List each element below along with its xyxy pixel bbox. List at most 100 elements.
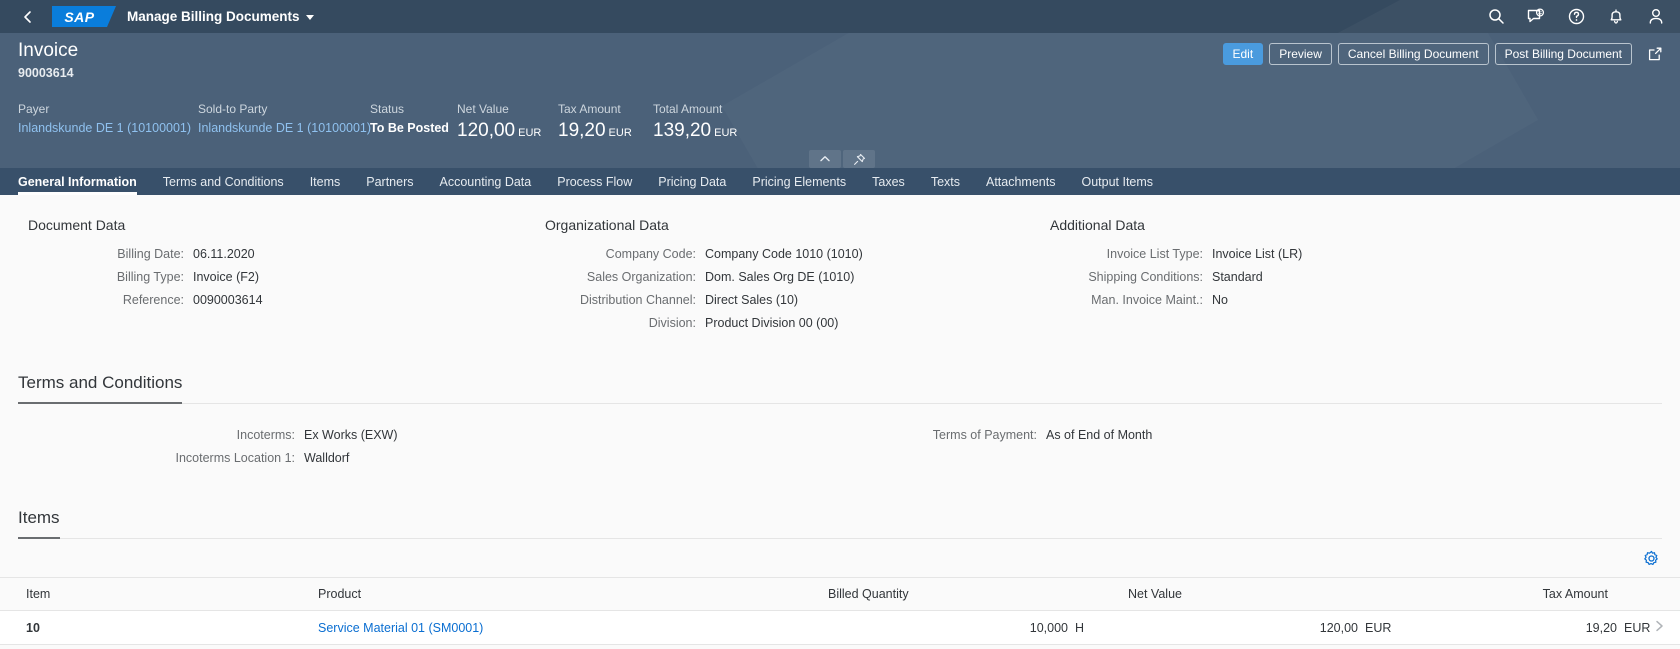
cancel-billing-document-button[interactable]: Cancel Billing Document (1337, 43, 1489, 65)
column-header-net-value[interactable]: Net Value (1120, 577, 1410, 611)
edit-button[interactable]: Edit (1222, 43, 1264, 65)
page-subtitle: 90003614 (18, 66, 74, 80)
tab-items[interactable]: Items (297, 168, 354, 195)
tab-label: Texts (930, 174, 960, 189)
field-value: Company Code 1010 (1010) (705, 247, 863, 261)
search-icon[interactable] (1486, 7, 1506, 27)
terms-and-conditions-body: Incoterms: Ex Works (EXW) Incoterms Loca… (18, 404, 1662, 472)
tab-terms-and-conditions[interactable]: Terms and Conditions (150, 168, 297, 195)
collapse-header-icon[interactable] (809, 150, 841, 168)
field-value: Standard (1212, 270, 1263, 284)
column-header-tax-amount[interactable]: Tax Amount (1410, 577, 1680, 611)
field-reference: Reference: 0090003614 (28, 291, 545, 310)
total-amount-currency: EUR (714, 127, 738, 139)
field-value: As of End of Month (1046, 428, 1153, 442)
header-toggle-group (18, 150, 1666, 168)
cell-tax-amount: 19,20 EUR (1410, 610, 1680, 645)
field-value: Product Division 00 (00) (705, 316, 839, 330)
total-amount-value: 139,20 EUR (653, 120, 737, 144)
cell-item: 10 (0, 610, 310, 645)
back-chevron-icon[interactable] (18, 7, 38, 27)
terms-left-column: Incoterms: Ex Works (EXW) Incoterms Loca… (18, 426, 928, 472)
tab-output-items[interactable]: Output Items (1068, 168, 1166, 195)
cell-billed-quantity: 10,000 H (820, 610, 1120, 645)
facet-total-amount: Total Amount 139,20 EUR (653, 101, 737, 144)
cell-product: Service Material 01 (SM0001) (310, 610, 820, 645)
tab-process-flow[interactable]: Process Flow (544, 168, 645, 195)
object-header-actions: Edit Preview Cancel Billing Document Pos… (1222, 39, 1667, 65)
tab-partners[interactable]: Partners (353, 168, 426, 195)
items-table-toolbar (0, 539, 1680, 577)
column-header-billed-quantity[interactable]: Billed Quantity (820, 577, 1120, 611)
tab-accounting-data[interactable]: Accounting Data (427, 168, 545, 195)
section-heading-wrap: Items (18, 507, 1662, 539)
field-label: Man. Invoice Maint.: (1091, 293, 1203, 307)
payer-link[interactable]: Inlandskunde DE 1 (10100001) (18, 120, 198, 137)
column-header-item[interactable]: Item (0, 577, 310, 611)
net-value-value: 120,00 (1319, 620, 1358, 635)
facet-label: Payer (18, 102, 50, 116)
app-title-label: Manage Billing Documents (127, 9, 300, 24)
facet-status: Status To Be Posted (370, 101, 457, 137)
tax-amount-value: 19,20 (1585, 621, 1617, 635)
general-information-form: Document Data Billing Date: 06.11.2020 B… (0, 195, 1680, 337)
field-label: Sales Organization: (586, 270, 696, 284)
items-table-body: 10 Service Material 01 (SM0001) 10,000 H… (0, 610, 1680, 645)
sold-to-party-link[interactable]: Inlandskunde DE 1 (10100001) (198, 120, 371, 137)
field-man-invoice-maint: Man. Invoice Maint.: No (1050, 291, 1550, 310)
object-header-top: Invoice 90003614 Edit Preview Cancel Bil… (18, 39, 1666, 81)
user-avatar-icon[interactable] (1646, 7, 1666, 27)
group-title: Organizational Data (545, 217, 669, 233)
field-sales-organization: Sales Organization: Dom. Sales Org DE (1… (545, 268, 1050, 287)
facet-label: Total Amount (653, 102, 723, 116)
tax-amount-unit: EUR (1624, 621, 1651, 635)
row-navigation-chevron-icon[interactable] (1655, 620, 1664, 635)
tab-general-information[interactable]: General Information (18, 168, 150, 195)
field-label: Terms of Payment: (932, 428, 1037, 442)
field-company-code: Company Code: Company Code 1010 (1010) (545, 245, 1050, 264)
shell-bar: SAP Manage Billing Documents (0, 0, 1680, 33)
billed-quantity-wrap: 10,000 H (828, 621, 1112, 635)
cell-net-value: 120,00 EUR (1120, 610, 1410, 645)
field-label: Incoterms: (236, 428, 295, 442)
facet-net-value: Net Value 120,00 EUR (457, 101, 558, 144)
help-icon[interactable] (1566, 7, 1586, 27)
tab-texts[interactable]: Texts (918, 168, 973, 195)
product-link[interactable]: Service Material 01 (SM0001) (318, 621, 483, 635)
form-group-additional-data: Additional Data Invoice List Type: Invoi… (1050, 217, 1550, 337)
field-distribution-channel: Distribution Channel: Direct Sales (10) (545, 291, 1050, 310)
tab-taxes[interactable]: Taxes (859, 168, 918, 195)
share-icon[interactable] (1644, 43, 1666, 65)
sap-logo[interactable]: SAP (52, 6, 116, 27)
post-billing-document-button[interactable]: Post Billing Document (1494, 43, 1632, 65)
field-label: Distribution Channel: (579, 293, 696, 307)
net-value-amount: 120,00 EUR (457, 120, 558, 144)
tab-label: Taxes (872, 174, 905, 189)
field-division: Division: Product Division 00 (00) (545, 314, 1050, 333)
pin-header-icon[interactable] (843, 150, 875, 168)
tab-pricing-data[interactable]: Pricing Data (645, 168, 739, 195)
tab-pricing-elements[interactable]: Pricing Elements (739, 168, 859, 195)
tab-label: General Information (18, 174, 137, 189)
form-group-organizational-data: Organizational Data Company Code: Compan… (545, 217, 1050, 337)
terms-right-column: Terms of Payment: As of End of Month (928, 426, 1448, 472)
field-shipping-conditions: Shipping Conditions: Standard (1050, 268, 1550, 287)
facet-sold-to-party: Sold-to Party Inlandskunde DE 1 (1010000… (198, 101, 371, 137)
preview-button[interactable]: Preview (1269, 43, 1332, 65)
field-value: Walldorf (304, 451, 350, 465)
notifications-bell-icon[interactable] (1606, 7, 1626, 27)
field-value: Direct Sales (10) (705, 293, 799, 307)
column-header-product[interactable]: Product (310, 577, 820, 611)
field-value: No (1212, 293, 1228, 307)
net-value-unit: EUR (1365, 620, 1392, 635)
field-label: Division: (648, 316, 696, 330)
tab-attachments[interactable]: Attachments (973, 168, 1068, 195)
feedback-icon[interactable] (1526, 7, 1546, 27)
section-terms-and-conditions: Terms and Conditions Incoterms: Ex Works… (0, 372, 1680, 472)
table-row[interactable]: 10 Service Material 01 (SM0001) 10,000 H… (0, 610, 1680, 645)
field-label: Reference: (122, 293, 184, 307)
app-title-menu[interactable]: Manage Billing Documents (127, 9, 314, 24)
gear-icon[interactable] (1640, 547, 1662, 569)
tax-amount-wrap: 19,20 EUR (1418, 620, 1664, 635)
field-billing-type: Billing Type: Invoice (F2) (28, 268, 545, 287)
